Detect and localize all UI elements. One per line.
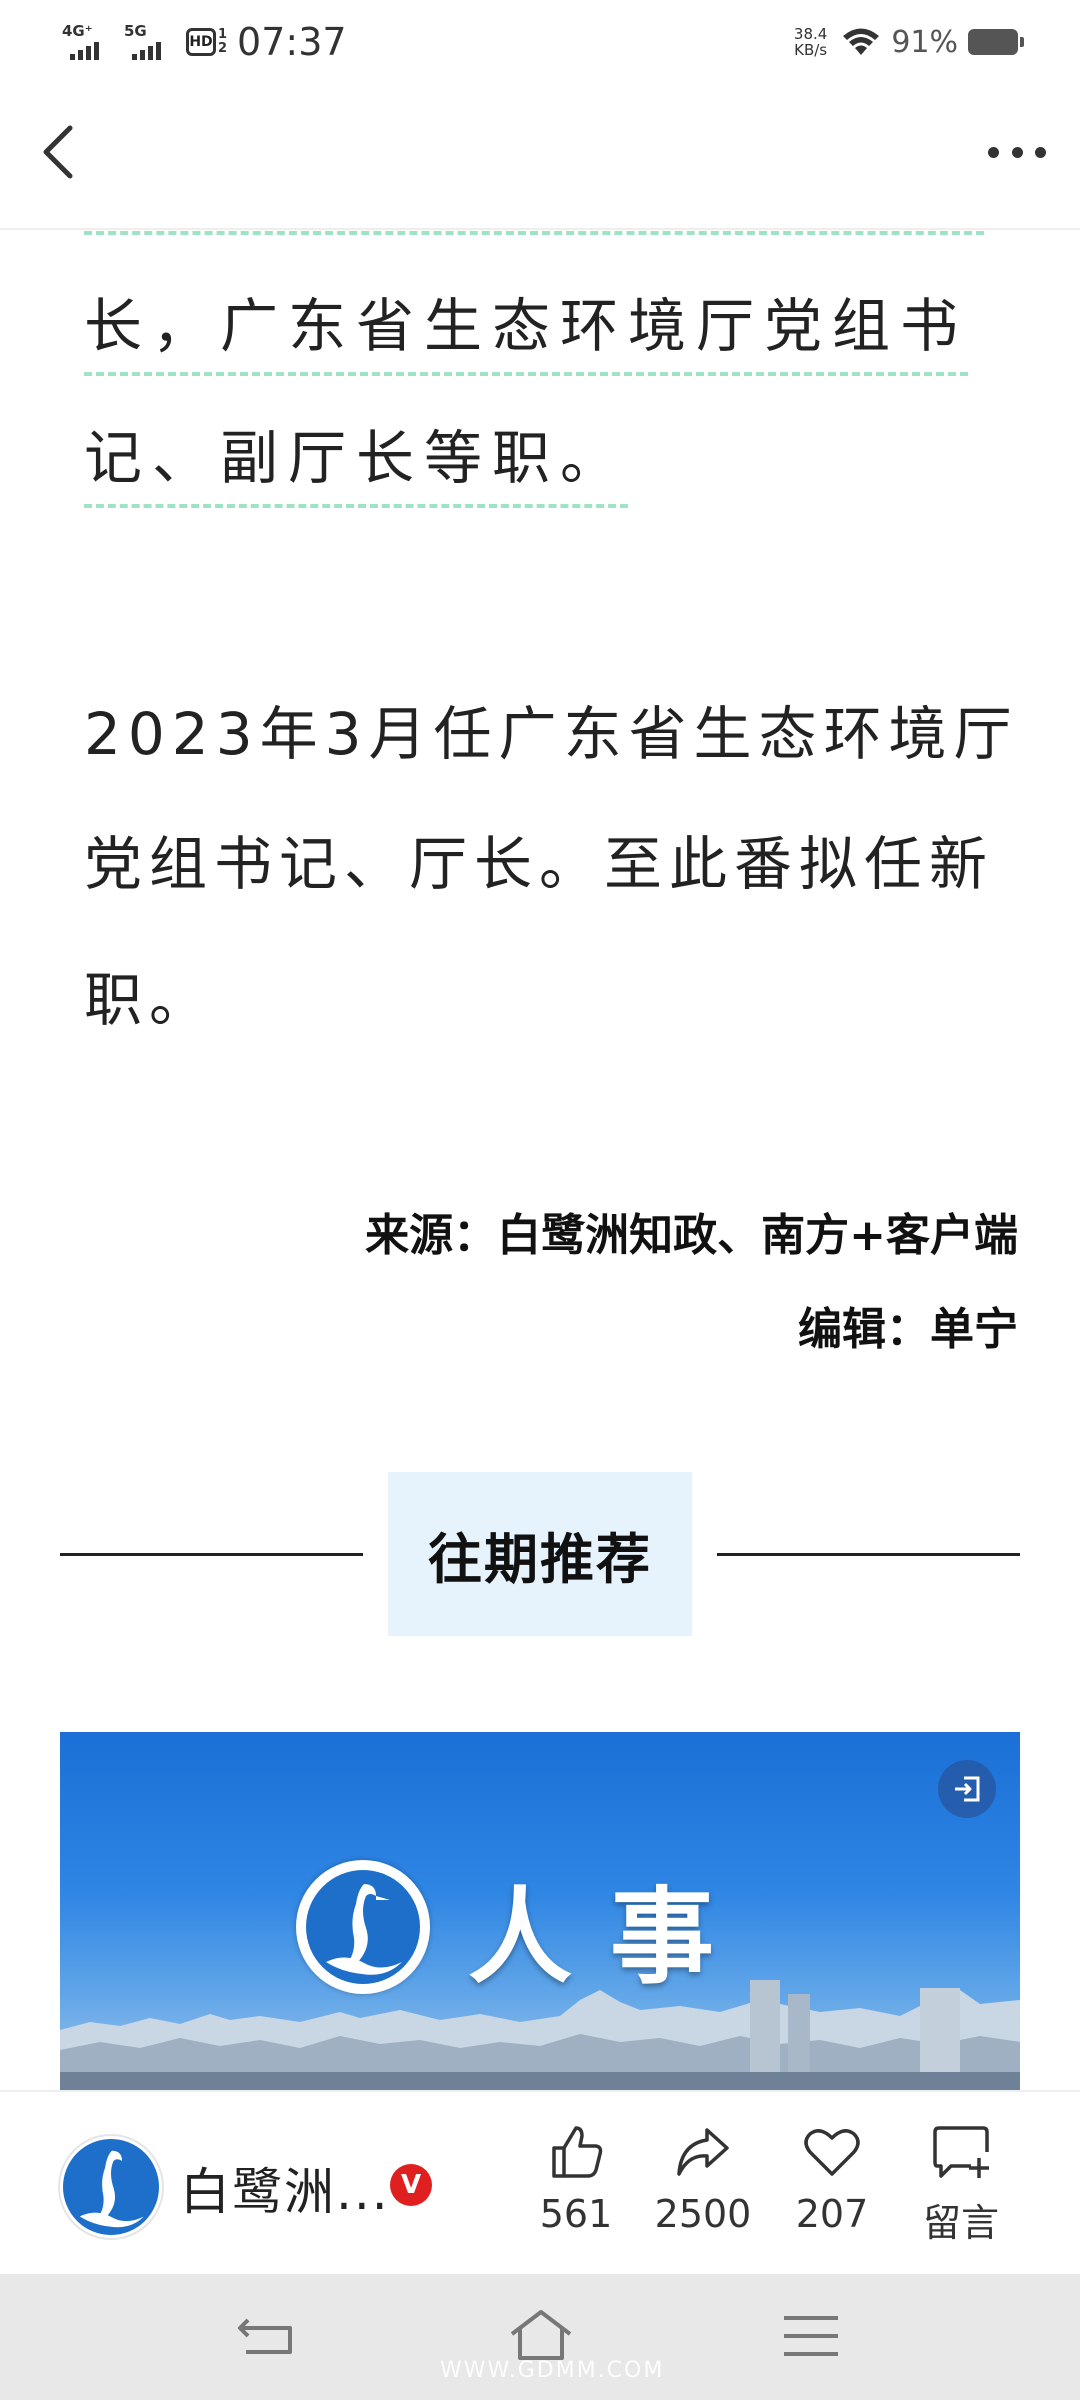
back-button[interactable]: [30, 120, 94, 184]
divider-right: [717, 1553, 1020, 1556]
share-arrow-icon: [677, 2128, 729, 2176]
cellular-signal-4g-icon: 4G⁺: [62, 22, 114, 62]
paragraph-line-3: 职。: [84, 966, 215, 1034]
chevron-left-icon: [43, 125, 73, 179]
watermark-text: WWW.GDMM.COM: [440, 2358, 665, 2383]
comment-label: 留言: [922, 2201, 999, 2245]
home-icon: [510, 2310, 572, 2360]
more-dots-icon: [988, 146, 999, 158]
quote-line-2: 记、副厅长等职。: [84, 418, 629, 508]
network-speed: 38.4 KB/s: [794, 26, 827, 58]
hd-sim-indicator: 1 2: [218, 28, 227, 56]
open-external-icon: [955, 1776, 980, 1802]
battery-icon: [968, 29, 1024, 55]
egret-logo-icon: [79, 2150, 144, 2228]
divider-left: [60, 1553, 363, 1556]
network-type-2: 5G: [124, 22, 147, 40]
wifi-icon: [843, 28, 880, 55]
quote-top-underline: [84, 231, 984, 235]
quote-line-1: 长，广东省生态环境厅党组书: [84, 286, 969, 376]
system-menu-button[interactable]: [776, 2306, 846, 2366]
hd-voice-icon: HD: [186, 28, 216, 56]
comment-button[interactable]: 留言: [906, 2122, 1016, 2252]
comment-add-icon: [933, 2126, 989, 2178]
like-count: 561: [539, 2192, 613, 2236]
system-navigation-bar: WWW.GDMM.COM: [0, 2274, 1080, 2400]
recommended-article-banner[interactable]: 人事: [60, 1732, 1020, 2090]
heart-icon: [804, 2129, 860, 2176]
article-editor: 编辑：单宁: [798, 1304, 1018, 1355]
status-left: 4G⁺ 5G HD 1 2 07:37: [62, 18, 347, 66]
status-right: 38.4 KB/s 91%: [794, 18, 1024, 66]
system-back-button[interactable]: [234, 2306, 304, 2366]
share-button[interactable]: 2500: [648, 2122, 758, 2252]
share-count: 2500: [654, 2192, 752, 2236]
favorite-button[interactable]: 207: [777, 2122, 887, 2252]
hd-sub-2: 2: [218, 41, 228, 56]
open-external-button[interactable]: [938, 1760, 996, 1818]
paragraph-line-1: 2023年3月任广东省生态环境厅: [84, 700, 1019, 768]
network-type-1: 4G⁺: [62, 22, 93, 40]
paragraph-line-2: 党组书记、厅长。至此番拟任新: [84, 830, 995, 898]
cellular-signal-5g-icon: 5G: [124, 22, 176, 62]
bottom-action-bar: 白鹭洲... V 561 2500 207 留言: [0, 2090, 1080, 2276]
top-nav-bar: [0, 84, 1080, 230]
clock: 07:37: [237, 20, 347, 64]
article-source: 来源：白鹭洲知政、南方+客户端: [365, 1210, 1018, 1261]
network-speed-unit: KB/s: [794, 41, 828, 59]
like-button[interactable]: 561: [521, 2122, 631, 2252]
account-name[interactable]: 白鹭洲...: [180, 2152, 390, 2224]
favorite-count: 207: [795, 2192, 869, 2236]
more-options-button[interactable]: [982, 124, 1052, 180]
verified-badge: V: [390, 2164, 432, 2206]
thumbs-up-icon: [552, 2126, 603, 2178]
network-speed-value: 38.4: [793, 25, 828, 43]
section-heading-recommend: 往期推荐: [388, 1472, 692, 1636]
system-home-button[interactable]: [506, 2306, 576, 2366]
city-skyline-illustration: [60, 1980, 1020, 2090]
hd-sub-1: 1: [218, 27, 228, 42]
status-bar: 4G⁺ 5G HD 1 2 07:37 38.4 KB/s 91%: [0, 0, 1080, 84]
battery-percent: 91%: [891, 24, 958, 60]
return-arrow-icon: [238, 2318, 292, 2354]
menu-lines-icon: [784, 2316, 838, 2356]
account-avatar[interactable]: [60, 2136, 162, 2238]
